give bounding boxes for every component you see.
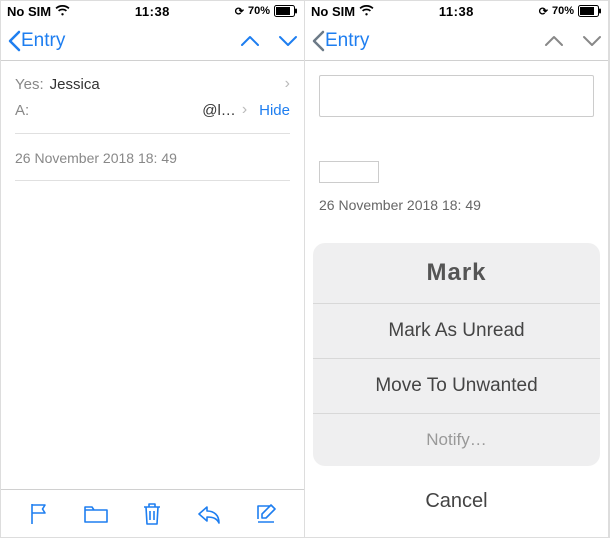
toolbar [1,489,304,537]
action-sheet-group: Mark Mark As Unread Move To Unwanted Not… [313,243,600,466]
next-message-button [582,34,602,48]
chevron-right-icon: › [242,101,247,119]
divider [15,133,290,134]
battery-pct: 70% [552,5,574,17]
from-row[interactable]: A: @l… › Hide [15,101,290,119]
chevron-left-icon [7,30,21,52]
cancel-button[interactable]: Cancel [313,474,600,529]
hide-button[interactable]: Hide [259,102,290,119]
back-button: Entry [311,30,369,52]
next-message-button[interactable] [278,34,298,48]
reply-button[interactable] [196,501,222,527]
to-value: Jessica [50,76,100,93]
move-unwanted-button[interactable]: Move To Unwanted [313,359,600,414]
carrier-label: No SIM [311,4,355,19]
battery-pct: 70% [248,5,270,17]
from-value: @l… [202,102,236,119]
chevron-right-icon: › [285,75,290,93]
back-button[interactable]: Entry [7,30,65,52]
back-label: Entry [21,30,65,52]
nav-bar: Entry [305,21,608,61]
prev-message-button[interactable] [240,34,260,48]
notify-button[interactable]: Notify… [313,414,600,466]
chevron-left-icon [311,30,325,52]
nav-bar: Entry [1,21,304,61]
trash-button[interactable] [139,501,165,527]
header-placeholder [319,75,594,117]
to-row[interactable]: Yes: Jessica › [15,75,290,93]
email-content: Yes: Jessica › A: @l… › Hide 26 November… [1,61,304,489]
subject-placeholder [319,161,379,183]
action-sheet: Mark Mark As Unread Move To Unwanted Not… [313,243,600,529]
phone-right: No SIM 11:38 ⟳ 70% Entry [305,1,609,537]
battery-icon [578,5,602,17]
timestamp: 26 November 2018 18: 49 [15,150,290,166]
divider [15,180,290,181]
status-bar: No SIM 11:38 ⟳ 70% [1,1,304,21]
flag-button[interactable] [26,501,52,527]
prev-message-button [544,34,564,48]
timestamp: 26 November 2018 18: 49 [319,197,594,213]
status-bar: No SIM 11:38 ⟳ 70% [305,1,608,21]
compose-button[interactable] [253,501,279,527]
phone-left: No SIM 11:38 ⟳ 70% Entry [1,1,305,537]
action-sheet-title: Mark [313,243,600,304]
to-label: Yes: [15,76,44,93]
folder-button[interactable] [83,501,109,527]
from-label: A: [15,102,29,119]
mark-unread-button[interactable]: Mark As Unread [313,304,600,359]
carrier-label: No SIM [7,4,51,19]
battery-icon [274,5,298,17]
wifi-icon [55,5,70,17]
wifi-icon [359,5,374,17]
status-time: 11:38 [135,4,170,19]
back-label: Entry [325,30,369,52]
status-time: 11:38 [439,4,474,19]
